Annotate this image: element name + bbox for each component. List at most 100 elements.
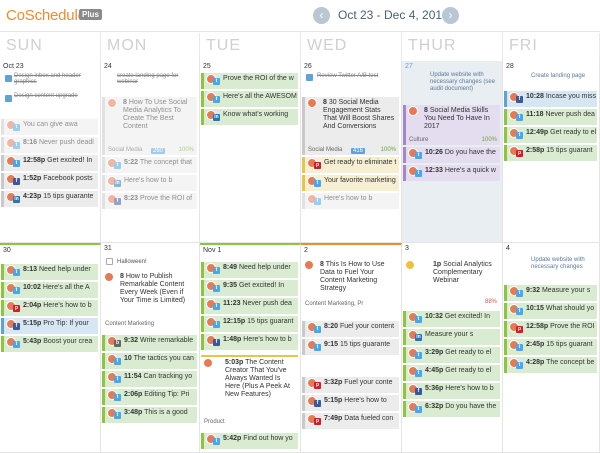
twitter-icon: t bbox=[13, 142, 20, 149]
blog-title: 8 This Is How to Use Data to Fuel Your C… bbox=[320, 261, 385, 292]
social-post-card[interactable]: t 4:45p Get ready to el bbox=[403, 365, 500, 381]
linkedin-icon: in bbox=[13, 196, 20, 203]
social-post-card[interactable]: t 8:16 Never push deadl bbox=[1, 137, 98, 153]
todo-item[interactable]: Review Twitter A/B test bbox=[317, 73, 378, 79]
social-post-card[interactable]: f 10:28 Incase you miss bbox=[504, 91, 597, 107]
social-post-card[interactable]: t 10:02 Here's all the A bbox=[1, 282, 98, 298]
day-cell-today[interactable]: 27 Update website with necessary changes… bbox=[402, 61, 503, 243]
post-text: 9:35 Get excited! In bbox=[223, 282, 285, 289]
social-post-card[interactable]: t 3:29p Get ready to el bbox=[403, 347, 500, 363]
day-cell[interactable]: Oct 23 Design inbox and header graphics … bbox=[0, 61, 101, 243]
social-post-card[interactable]: t 11:54 Can tracking yo bbox=[102, 371, 197, 387]
social-post-card[interactable]: t 10:32 Get excited! In bbox=[403, 311, 500, 327]
social-post-card[interactable]: p 3:32p Fuel your conte bbox=[302, 377, 399, 393]
day-cell[interactable]: 26 Review Twitter A/B test 8 30 Social M… bbox=[301, 61, 402, 243]
blog-post-card[interactable]: 8 How To Use Social Media Analytics To C… bbox=[102, 97, 197, 155]
social-post-card[interactable]: t 9:15 15 tips guarante bbox=[302, 339, 399, 355]
post-text: 3:32p Fuel your conte bbox=[324, 379, 393, 386]
social-post-card[interactable]: t 10 The tactics you can bbox=[102, 353, 197, 369]
social-post-card[interactable]: t 8:13 Need help under bbox=[1, 264, 98, 280]
social-post-card[interactable]: t 8:49 Need help under bbox=[201, 262, 298, 278]
social-post-card[interactable]: t 5:43p Boost your crea bbox=[1, 336, 98, 352]
todo-item[interactable]: Update website with necessary changes bbox=[531, 257, 597, 271]
social-post-card[interactable]: t 4:28p The concept be bbox=[504, 357, 597, 373]
post-text: 3:48p This is a good bbox=[124, 409, 188, 416]
social-post-card[interactable]: t 2:45p 15 tips guarant bbox=[504, 339, 597, 355]
blog-post-card[interactable]: 8 Social Media Skills You Need To Have I… bbox=[403, 105, 500, 135]
social-post-card[interactable]: t 10:26 Do you have the bbox=[403, 147, 500, 163]
social-post-card[interactable]: t 6:32p Do you have the bbox=[403, 401, 500, 417]
blog-post-card[interactable]: 5:03p The Content Creator That You've Al… bbox=[201, 355, 298, 427]
social-post-card[interactable]: t 9:35 Get excited! In bbox=[201, 280, 298, 296]
social-post-card[interactable]: f 1:48p Here's how to b bbox=[201, 334, 298, 350]
social-post-card[interactable]: in Measure your s bbox=[403, 329, 500, 345]
social-post-card[interactable]: f 5:36p Here's how to b bbox=[403, 383, 500, 399]
social-post-card[interactable]: in 4:23p 15 tips guarante bbox=[1, 191, 98, 207]
day-cell[interactable]: 24 create landing page for webinar 8 How… bbox=[101, 61, 200, 243]
day-number: 24 bbox=[104, 63, 112, 70]
blog-post-card[interactable]: 8 How to Publish Remarkable Content Ever… bbox=[102, 271, 197, 329]
day-cell[interactable]: 4 Update website with necessary changes … bbox=[503, 243, 600, 453]
social-post-card[interactable]: t 2:06p Editing Tip: Pri bbox=[102, 389, 197, 405]
day-cell[interactable]: 30 t 8:13 Need help under t 10:02 Here's a… bbox=[0, 243, 101, 453]
twitter-icon: t bbox=[13, 160, 20, 167]
social-post-card[interactable]: t 11:23 Never push dea bbox=[201, 298, 298, 314]
social-post-card[interactable]: f 5:15p Pro Tip: If your bbox=[1, 318, 98, 334]
blog-post-card[interactable]: 8 This Is How to Use Data to Fuel Your C… bbox=[302, 259, 399, 309]
day-number: 31 bbox=[104, 245, 112, 252]
todo-item[interactable]: Design inbox and header graphics bbox=[14, 73, 100, 85]
social-post-card[interactable]: t 11:18 Never push dea bbox=[504, 109, 597, 125]
social-post-card[interactable]: t 12:58p Get excited! In bbox=[1, 155, 98, 171]
todo-item[interactable]: Update website with necessary changes (s… bbox=[430, 72, 500, 93]
day-cell[interactable]: 25 t Prove the ROI of the w t Here's all t… bbox=[200, 61, 301, 243]
blog-post-card[interactable]: 8 30 Social Media Engagement Stats That … bbox=[302, 97, 399, 155]
social-post-card[interactable]: in Know what's working bbox=[201, 109, 298, 125]
twitter-icon: t bbox=[516, 344, 523, 351]
social-post-card[interactable]: t 5:22 The concept that bbox=[102, 157, 197, 173]
day-cell[interactable]: Nov 1 t 8:49 Need help under t 9:35 Get ex… bbox=[200, 243, 301, 453]
social-post-card[interactable]: t 12:33 Here's a quick w bbox=[403, 165, 500, 181]
social-post-card[interactable]: b 9:32 Write remarkable bbox=[102, 335, 197, 351]
social-post-card[interactable]: t 5:42p Find out how yo bbox=[201, 433, 298, 449]
day-cell[interactable]: 31 Halloween! 8 How to Publish Remarkabl… bbox=[101, 243, 200, 453]
social-post-card[interactable]: p 12:58p Prove the ROI bbox=[504, 321, 597, 337]
todo-item[interactable]: create landing page for webinar bbox=[117, 73, 199, 85]
social-post-card[interactable]: p 2:04p Here's how to b bbox=[1, 300, 98, 316]
app-logo[interactable]: CoSchedule bbox=[6, 7, 86, 24]
date-range: Oct 23 - Dec 4, 2016 bbox=[338, 8, 449, 22]
day-cell[interactable]: 28 Create landing page f 10:28 Incase you… bbox=[503, 61, 600, 243]
todo-item[interactable]: Create landing page bbox=[531, 73, 585, 79]
day-cell[interactable]: 3 1p Social Analytics Complementary Webi… bbox=[402, 243, 503, 453]
social-post-card[interactable]: t You can give awa bbox=[1, 119, 98, 135]
day-cell[interactable]: 2 8 This Is How to Use Data to Fuel Your… bbox=[301, 243, 402, 453]
completion-percent: 88% bbox=[484, 299, 497, 305]
social-post-card[interactable]: f 1:52p Facebook posts bbox=[1, 173, 98, 189]
social-post-card[interactable]: f 8:23 Prove the ROI of bbox=[102, 193, 197, 209]
social-post-card[interactable]: t 3:48p This is a good bbox=[102, 407, 197, 423]
todo-item[interactable]: Design content upgrade bbox=[14, 93, 78, 99]
checkbox-icon[interactable] bbox=[5, 75, 12, 82]
checkbox-icon[interactable] bbox=[106, 258, 113, 265]
social-post-card[interactable]: t Prove the ROI of the w bbox=[201, 73, 298, 89]
social-post-card[interactable]: t Your favorite marketing bbox=[302, 175, 399, 191]
todo-item[interactable]: Halloween! bbox=[117, 259, 147, 265]
social-post-card[interactable]: t 10:15 What should yo bbox=[504, 303, 597, 319]
social-post-card[interactable]: t 12:49p Get ready to el bbox=[504, 127, 597, 143]
social-post-card[interactable]: t Here's how to b bbox=[302, 193, 399, 209]
social-post-card[interactable]: f 5:15p Here's how to bbox=[302, 395, 399, 411]
chevron-left-icon[interactable]: ‹ bbox=[313, 7, 330, 24]
checkbox-icon[interactable] bbox=[306, 74, 313, 81]
checkbox-icon[interactable] bbox=[5, 95, 12, 102]
social-post-card[interactable]: p Get ready to eliminate t bbox=[302, 157, 399, 173]
twitter-icon: t bbox=[213, 78, 220, 85]
social-post-card[interactable]: in Here's how to b bbox=[102, 175, 197, 191]
social-post-card[interactable]: p 7:49p Data fueled con bbox=[302, 413, 399, 429]
post-text: 5:15p Pro Tip: If your bbox=[23, 320, 89, 327]
event-card[interactable]: 1p Social Analytics Complementary Webina… bbox=[403, 259, 500, 307]
social-post-card[interactable]: t 9:32 Measure your s bbox=[504, 285, 597, 301]
chevron-right-icon[interactable]: › bbox=[442, 7, 459, 24]
social-post-card[interactable]: t Here's all the AWESOM bbox=[201, 91, 298, 107]
social-post-card[interactable]: t 8:20 Fuel your content bbox=[302, 321, 399, 337]
social-post-card[interactable]: t 12:15p 15 tips guarant bbox=[201, 316, 298, 332]
social-post-card[interactable]: p 2:58p 15 tips guarant bbox=[504, 145, 597, 161]
